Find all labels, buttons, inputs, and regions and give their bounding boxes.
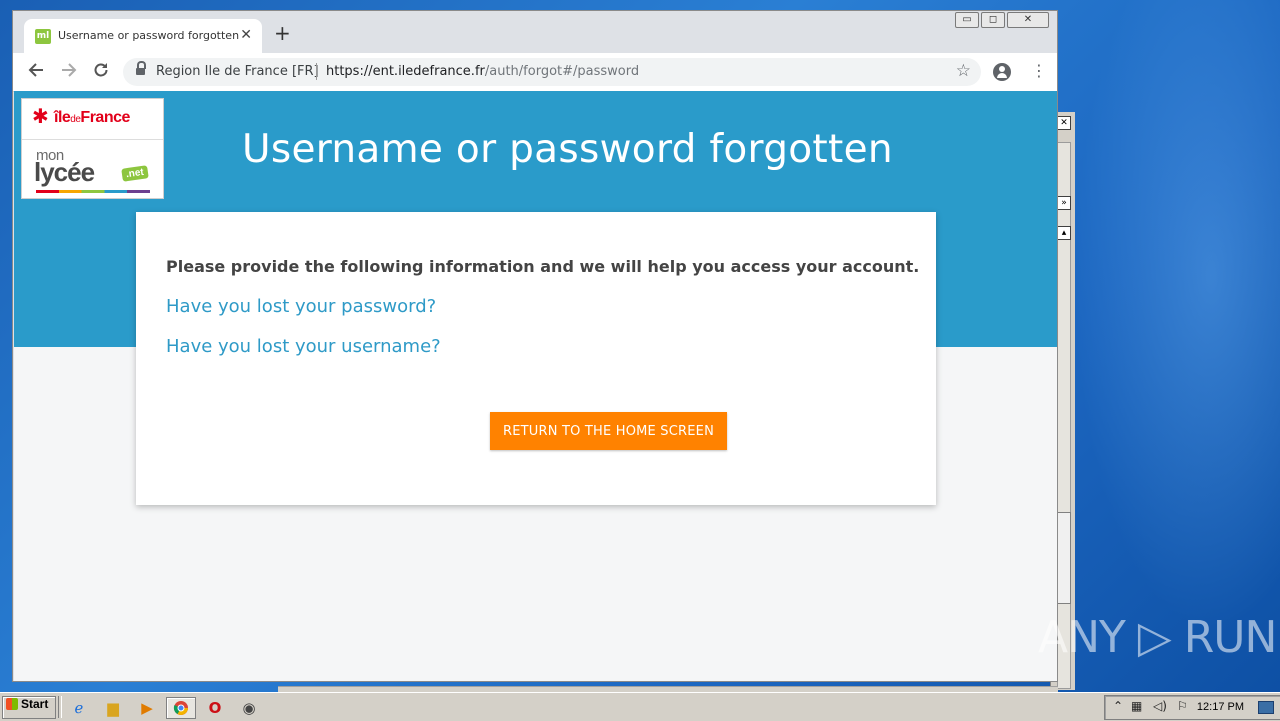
windows-flag-icon — [6, 698, 18, 710]
opera-icon[interactable]: O — [200, 697, 230, 719]
page-viewport: ✱ îledeFrance mon lycée .net Username or… — [14, 91, 1057, 681]
url-path: /auth/forgot#/password — [484, 64, 640, 79]
taskbar: Start ℯ ▆ ▶ O ◉ ⌃ ▦ ◁) ⚐ 12:17 PM — [0, 692, 1280, 721]
region-logo-text: îledeFrance — [54, 109, 130, 126]
region-star-icon: ✱ — [32, 104, 49, 128]
app-taskbar-icon[interactable]: ◉ — [234, 697, 264, 719]
background-scroll-thumb[interactable] — [1057, 512, 1071, 604]
url-text[interactable]: https://ent.iledefrance.fr/auth/forgot#/… — [326, 64, 639, 79]
internet-explorer-icon[interactable]: ℯ — [64, 697, 94, 719]
site-identity: Region Ile de France [FR] — [156, 64, 319, 79]
menu-dots-icon[interactable]: ⋮ — [1031, 61, 1047, 81]
intro-text: Please provide the following information… — [166, 257, 920, 276]
region-logo: ✱ îledeFrance — [22, 99, 163, 140]
url-host: https://ent.iledefrance.fr — [326, 64, 485, 79]
logo-net: .net — [121, 165, 149, 182]
bookmark-star-icon[interactable]: ☆ — [956, 61, 971, 81]
close-window-button[interactable]: ✕ — [1007, 12, 1049, 28]
media-player-icon[interactable]: ▶ — [132, 697, 162, 719]
browser-window: ▭ ◻ ✕ ml Username or password forgotten … — [12, 10, 1058, 682]
taskbar-divider — [58, 696, 62, 718]
logo-lycee: lycée — [34, 157, 95, 187]
chrome-taskbar-icon[interactable] — [166, 697, 196, 719]
background-chevron-icon[interactable]: » — [1057, 196, 1071, 210]
system-tray: ⌃ ▦ ◁) ⚐ 12:17 PM — [1104, 695, 1280, 720]
window-controls: ▭ ◻ ✕ — [955, 12, 1049, 28]
favicon-icon: ml — [35, 29, 51, 44]
desktop-background — [1050, 0, 1280, 690]
address-bar[interactable]: Region Ile de France [FR] https://ent.il… — [123, 58, 981, 86]
logo-color-bar — [36, 190, 150, 193]
show-desktop-icon[interactable] — [1258, 701, 1274, 714]
minimize-button[interactable]: ▭ — [955, 12, 979, 28]
start-button[interactable]: Start — [2, 696, 56, 719]
volume-icon[interactable]: ◁) — [1153, 699, 1167, 713]
background-scrollbar[interactable] — [1057, 142, 1071, 689]
browser-toolbar: Region Ile de France [FR] https://ent.il… — [13, 53, 1057, 92]
browser-tab[interactable]: ml Username or password forgotten ✕ — [24, 19, 262, 53]
page-title: Username or password forgotten — [242, 127, 893, 172]
start-label: Start — [21, 697, 49, 711]
reload-icon[interactable] — [92, 61, 110, 84]
flag-icon[interactable]: ⚐ — [1177, 699, 1188, 713]
file-explorer-icon[interactable]: ▆ — [98, 697, 128, 719]
network-icon[interactable]: ▦ — [1131, 699, 1142, 713]
tab-close-icon[interactable]: ✕ — [240, 27, 252, 43]
lock-icon[interactable] — [136, 61, 146, 75]
background-scroll-up-icon[interactable]: ▴ — [1057, 226, 1071, 240]
tab-title: Username or password forgotten — [58, 29, 240, 42]
site-logo[interactable]: ✱ îledeFrance mon lycée .net — [21, 98, 164, 199]
lost-password-link[interactable]: Have you lost your password? — [166, 296, 436, 317]
recovery-card: Please provide the following information… — [136, 212, 936, 505]
anyrun-watermark: ANY ▷ RUN — [1038, 612, 1277, 663]
new-tab-button[interactable]: + — [274, 23, 291, 43]
restore-button[interactable]: ◻ — [981, 12, 1005, 28]
back-arrow-icon[interactable] — [27, 61, 45, 84]
account-icon[interactable] — [993, 63, 1011, 81]
lost-username-link[interactable]: Have you lost your username? — [166, 336, 441, 357]
return-home-button[interactable]: RETURN TO THE HOME SCREEN — [490, 412, 727, 450]
address-separator — [316, 63, 317, 80]
forward-arrow-icon[interactable] — [60, 61, 78, 84]
background-close-icon[interactable]: ✕ — [1057, 116, 1071, 130]
clock[interactable]: 12:17 PM — [1197, 701, 1244, 713]
tray-expand-icon[interactable]: ⌃ — [1113, 699, 1123, 713]
